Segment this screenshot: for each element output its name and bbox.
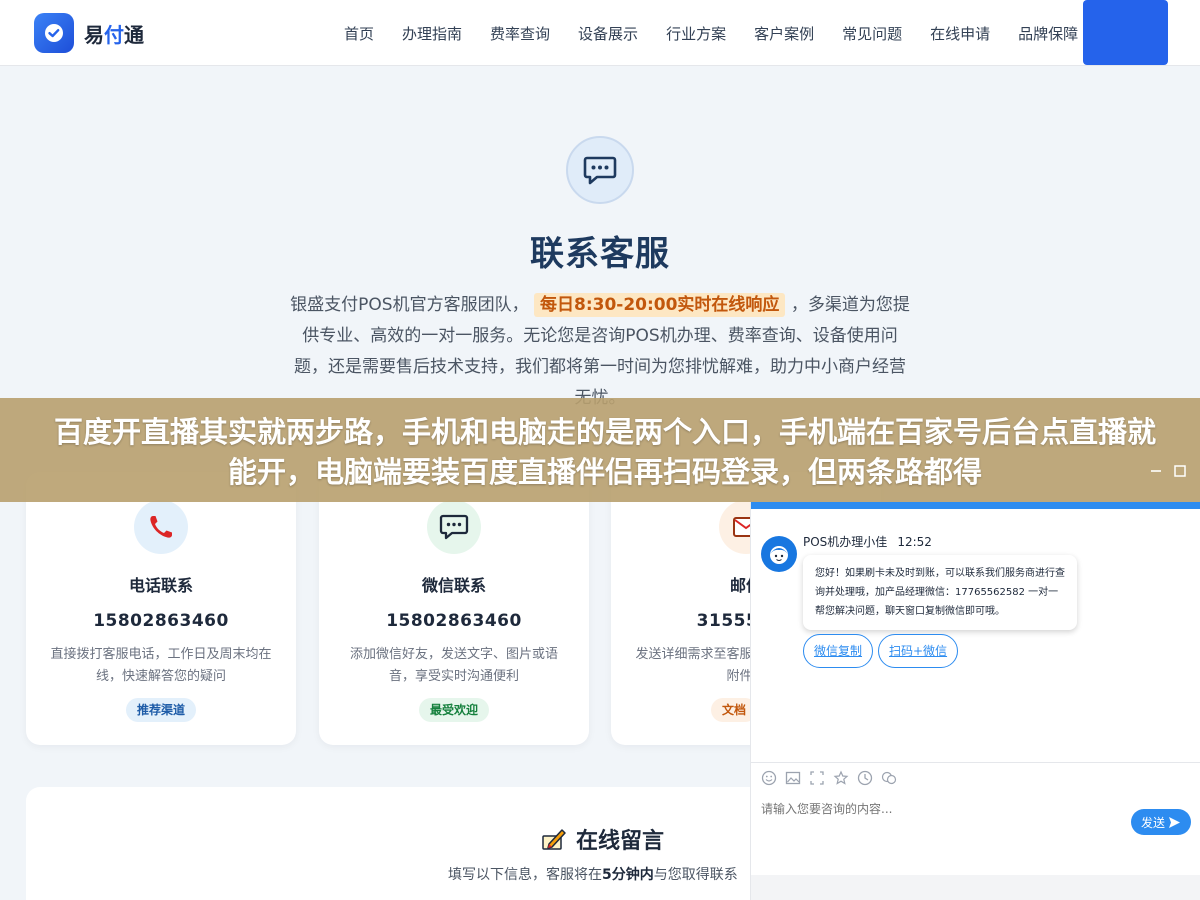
hero-desc-before: 银盛支付POS机官方客服团队， <box>290 295 529 315</box>
chat-header-bar <box>751 502 1200 509</box>
chat-message-meta: POS机办理小佳 12:52 <box>803 533 932 550</box>
header-cta-button[interactable] <box>1083 0 1168 65</box>
rating-icon[interactable] <box>833 770 849 786</box>
hero-description: 银盛支付POS机官方客服团队， 每日8:30-20:00实时在线响应 ，多渠道为… <box>288 290 912 414</box>
msg-desc-after: 与您取得联系 <box>653 867 738 883</box>
chat-widget: POS机办理小佳 12:52 您好！如果刷卡未及时到账，可以联系我们服务商进行查询… <box>750 502 1200 900</box>
contact-card-wechat[interactable]: 微信联系 15802863460 添加微信好友，发送文字、图片或语音，享受实时沟… <box>319 472 589 745</box>
overlay-caption-banner: 百度开直播其实就两步路，手机和电脑走的是两个入口，手机端在百家号后台点直播就能开… <box>0 398 1200 502</box>
main-nav: 首页 办理指南 费率查询 设备展示 行业方案 客户案例 常见问题 在线申请 品牌… <box>330 0 1092 66</box>
emoji-icon[interactable] <box>761 770 777 786</box>
minimize-icon[interactable] <box>1148 463 1164 479</box>
chat-message-input[interactable] <box>761 802 1121 816</box>
msg-desc-before: 填写以下信息，客服将在 <box>448 867 602 883</box>
nav-guarantee[interactable]: 品牌保障 <box>1004 23 1092 44</box>
nav-cases[interactable]: 客户案例 <box>740 23 828 44</box>
chat-toolbar <box>761 770 905 786</box>
card-title: 电话联系 <box>128 576 193 595</box>
brand-name: 易付通 <box>84 19 144 48</box>
screenshot-icon[interactable] <box>809 770 825 786</box>
card-description: 直接拨打客服电话，工作日及周末均在线，快速解答您的疑问 <box>50 647 272 684</box>
agent-name: POS机办理小佳 <box>803 535 888 549</box>
chat-bubble-icon <box>566 136 634 204</box>
card-tag: 推荐渠道 <box>126 698 197 722</box>
nav-faq[interactable]: 常见问题 <box>828 23 916 44</box>
card-title: 微信联系 <box>421 576 486 595</box>
phone-icon <box>134 500 188 554</box>
phone-number[interactable]: 15802863460 <box>26 611 296 631</box>
nav-solutions[interactable]: 行业方案 <box>652 23 740 44</box>
card-description: 添加微信好友，发送文字、图片或语音，享受实时沟通便利 <box>349 647 558 684</box>
history-icon[interactable] <box>857 770 873 786</box>
brand-logo[interactable]: 易付通 <box>34 13 144 53</box>
nav-home[interactable]: 首页 <box>330 23 388 44</box>
wechat-number[interactable]: 15802863460 <box>319 611 589 631</box>
msg-desc-bold: 5分钟内 <box>602 867 654 883</box>
brand-suffix: 通 <box>124 22 144 47</box>
brand-prefix: 易 <box>84 22 104 47</box>
check-badge-icon <box>34 13 74 53</box>
message-time: 12:52 <box>897 535 932 549</box>
chat-divider <box>751 762 1200 763</box>
nav-apply[interactable]: 在线申请 <box>916 23 1004 44</box>
message-title-text: 在线留言 <box>576 829 665 854</box>
service-hours-highlight: 每日8:30-20:00实时在线响应 <box>533 293 786 317</box>
message-description: 填写以下信息，客服将在5分钟内与您取得联系 <box>448 864 750 884</box>
wechat-share-icon[interactable] <box>881 770 897 786</box>
send-label: 发送 <box>1140 815 1165 830</box>
agent-avatar <box>761 536 797 572</box>
page-title: 联系客服 <box>530 234 670 274</box>
image-icon[interactable] <box>785 770 801 786</box>
top-header: 易付通 首页 办理指南 费率查询 设备展示 行业方案 客户案例 常见问题 在线申… <box>0 0 1200 66</box>
brand-accent: 付 <box>104 22 124 47</box>
send-arrow-icon <box>1168 816 1181 829</box>
pen-icon <box>540 826 568 852</box>
message-section-title: 在线留言 <box>540 824 664 854</box>
contact-card-phone[interactable]: 电话联系 15802863460 直接拨打客服电话，工作日及周末均在线，快速解答… <box>26 472 296 745</box>
scan-wechat-button[interactable]: 扫码+微信 <box>878 634 959 668</box>
banner-caption-text: 百度开直播其实就两步路，手机和电脑走的是两个入口，手机端在百家号后台点直播就能开… <box>53 415 1156 489</box>
chat-footer <box>751 875 1200 900</box>
maximize-icon[interactable] <box>1172 463 1188 479</box>
send-button[interactable]: 发送 <box>1131 809 1191 835</box>
nav-devices[interactable]: 设备展示 <box>564 23 652 44</box>
copy-wechat-button[interactable]: 微信复制 <box>803 634 874 668</box>
nav-rates[interactable]: 费率查询 <box>476 23 564 44</box>
card-tag: 最受欢迎 <box>419 698 490 722</box>
nav-guide[interactable]: 办理指南 <box>388 23 476 44</box>
wechat-icon <box>427 500 481 554</box>
agent-message-bubble: 您好！如果刷卡未及时到账，可以联系我们服务商进行查询并处理哦，加产品经理微信：1… <box>803 555 1077 630</box>
